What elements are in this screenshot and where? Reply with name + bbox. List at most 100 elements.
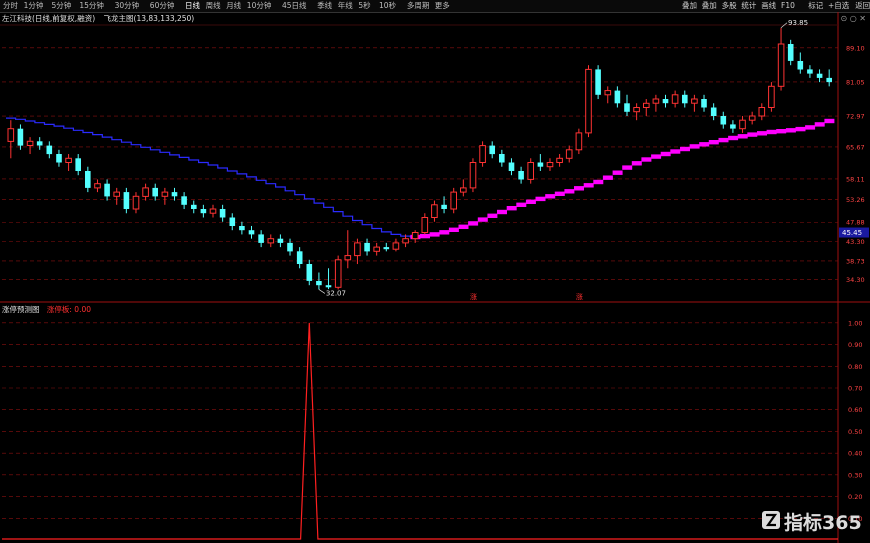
candle-up[interactable] [633,107,640,113]
candle-up[interactable] [94,183,101,189]
candle-down[interactable] [152,187,158,197]
candle-up[interactable] [643,102,650,109]
candle-down[interactable] [710,107,717,117]
candle-down[interactable] [248,230,255,235]
ma-line-magenta [747,132,758,137]
candle-up[interactable] [354,242,361,257]
candle-down[interactable] [682,94,688,104]
candle-down[interactable] [36,141,43,146]
candle-down[interactable] [662,99,669,104]
candle-up[interactable] [402,238,409,244]
candle-down[interactable] [807,69,813,74]
candle-up[interactable] [768,85,775,109]
candle-down[interactable] [364,242,370,252]
price-axis-label: 34.30 [846,276,865,284]
candle-down[interactable] [624,103,630,112]
candle-down[interactable] [56,154,62,163]
candle-up[interactable] [132,195,140,210]
candle-down[interactable] [537,162,544,167]
candle-up[interactable] [113,191,121,197]
candle-down[interactable] [720,116,727,125]
candle-down[interactable] [85,171,91,188]
candle-up[interactable] [431,204,438,219]
ma-line-magenta [525,199,536,204]
candle-down[interactable] [441,204,447,209]
candle-down[interactable] [306,264,313,281]
candle-down[interactable] [325,285,332,288]
ma-line-magenta [612,170,623,175]
candle-down[interactable] [229,217,236,227]
candle-up[interactable] [142,187,149,197]
candle-up[interactable] [748,115,756,121]
candle-up[interactable] [421,217,429,233]
candle-down[interactable] [614,90,621,104]
candle-up[interactable] [460,187,467,193]
candle-up[interactable] [344,255,352,261]
candle-up[interactable] [565,149,573,159]
candle-down[interactable] [508,162,515,172]
candle-down[interactable] [277,238,284,243]
candle-up[interactable] [373,246,380,252]
candle-down[interactable] [316,281,322,286]
candle-down[interactable] [296,251,303,264]
candle-down[interactable] [489,145,495,155]
candle-down[interactable] [518,171,524,180]
candle-down[interactable] [46,145,53,155]
candle-up[interactable] [604,90,612,96]
candle-up[interactable] [450,191,457,210]
candle-up[interactable] [392,242,400,250]
candle-up[interactable] [469,162,477,189]
candle-up[interactable] [739,119,746,130]
candle-up[interactable] [7,128,15,142]
candle-up[interactable] [575,132,583,151]
candle-up[interactable] [671,94,679,104]
candle-down[interactable] [383,247,390,250]
candle-down[interactable] [797,61,804,70]
candle-up[interactable] [652,98,660,104]
candle-down[interactable] [181,196,187,205]
candle-up[interactable] [161,191,169,197]
candle-down[interactable] [123,192,130,209]
candle-down[interactable] [595,69,601,95]
candle-up[interactable] [546,162,554,168]
ma-line-magenta [535,196,546,202]
candle-up[interactable] [691,98,698,104]
kline-chart[interactable]: 89.10 81.05 72.97 65.67 58.11 53.26 47.88 43.30… [0,0,870,543]
candle-down[interactable] [75,158,81,171]
signal-line [2,322,838,540]
ma-line-magenta [660,151,671,157]
candle-down[interactable] [287,242,293,252]
candle-down[interactable] [17,128,24,146]
candle-down[interactable] [219,209,226,218]
price-axis-label: 38.73 [846,257,865,265]
candle-down[interactable] [701,99,707,108]
candle-up[interactable] [777,43,785,87]
indicator-axis-label: 0.40 [848,450,862,458]
candle-up[interactable] [527,162,535,180]
candle-down[interactable] [826,77,832,83]
candle-down[interactable] [787,44,794,61]
ma-line-magenta [708,140,719,145]
candle-down[interactable] [171,192,178,197]
ma-line-magenta [506,206,517,211]
candle-down[interactable] [816,73,823,78]
candle-down[interactable] [258,234,264,243]
candle-up[interactable] [267,238,275,244]
candle-up[interactable] [479,145,486,164]
candle-down[interactable] [191,204,197,209]
candle-down[interactable] [499,154,505,163]
candle-up[interactable] [758,107,766,117]
candle-up[interactable] [411,232,419,240]
candle-up[interactable] [26,140,34,147]
indicator-axis-label: 0.80 [848,363,862,371]
candle-up[interactable] [65,157,72,164]
ma-line-magenta [814,122,825,127]
candle-down[interactable] [200,209,207,214]
candle-down[interactable] [239,226,245,231]
candle-up[interactable] [209,208,217,214]
candle-up[interactable] [556,157,563,164]
candle-down[interactable] [730,124,736,129]
candle-down[interactable] [104,183,110,197]
candle-up[interactable] [334,259,342,288]
candle-up[interactable] [585,68,592,134]
